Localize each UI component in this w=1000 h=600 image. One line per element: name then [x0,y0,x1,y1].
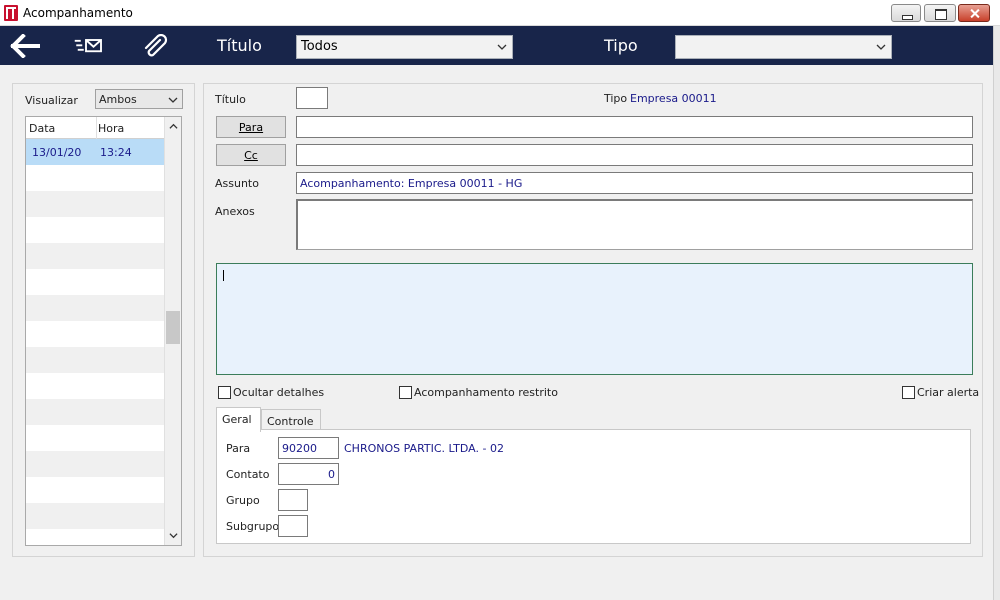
table-row[interactable]: 13/01/20 13:24 [26,139,164,165]
titulo-label: Título [215,93,246,106]
empty-row [26,269,164,295]
empty-row [26,477,164,503]
criar-alerta-label: Criar alerta [917,386,980,399]
empty-row [26,503,164,529]
subgrupo-field[interactable] [278,515,308,537]
empty-row [26,373,164,399]
subgrupo-label: Subgrupo [226,520,280,533]
list-mail-icon[interactable] [74,34,104,58]
empty-row [26,217,164,243]
ocultar-detalhes-label: Ocultar detalhes [233,386,325,399]
assunto-field[interactable]: Acompanhamento: Empresa 00011 - HG [296,172,973,194]
visualizar-label: Visualizar [25,94,78,107]
chevron-down-icon [876,44,886,50]
window-right-border [993,26,1000,600]
paperclip-icon[interactable] [140,34,170,58]
checkbox-box[interactable] [399,386,412,399]
empty-row [26,399,164,425]
toolbar: Título Todos Tipo [0,26,993,65]
chevron-down-icon [497,44,507,50]
titulo-select-value: Todos [301,39,338,54]
cc-button[interactable]: Cc [216,144,286,166]
acompanhamento-restrito-label: Acompanhamento restrito [414,386,558,399]
empty-row [26,191,164,217]
toolbar-titulo-label: Título [217,36,262,55]
assunto-label: Assunto [215,177,259,190]
geral-para-label: Para [226,442,251,455]
geral-para-code-field[interactable]: 90200 [278,437,339,459]
grid-rows: 13/01/20 13:24 [26,139,164,545]
grid-header: Data Hora [26,117,164,139]
geral-para-name: CHRONOS PARTIC. LTDA. - 02 [344,442,504,455]
tab-geral[interactable]: Geral [216,407,261,432]
tipo-select[interactable] [675,35,892,59]
close-button[interactable] [958,4,990,22]
titulo-field[interactable] [296,87,328,109]
titulo-select[interactable]: Todos [296,35,513,59]
empty-row [26,321,164,347]
scrollbar-thumb[interactable] [166,311,180,344]
grupo-label: Grupo [226,494,260,507]
anexos-box[interactable] [296,199,973,250]
tipo-value: Empresa 00011 [630,92,717,105]
grupo-field[interactable] [278,489,308,511]
cc-field[interactable] [296,144,973,166]
message-form: Título Tipo Empresa 00011 Para Cc Assunt… [203,83,983,557]
toolbar-tipo-label: Tipo [604,36,638,55]
text-cursor [223,270,224,281]
history-grid: Data Hora 13/01/20 13:24 [25,116,182,546]
window-title: Acompanhamento [23,6,133,20]
empty-row [26,425,164,451]
row-data: 13/01/20 [32,146,82,159]
tab-panel-geral: Para 90200 CHRONOS PARTIC. LTDA. - 02 Co… [216,429,971,544]
minimize-button[interactable] [891,4,921,22]
empty-row [26,165,164,191]
back-arrow-icon[interactable] [10,34,40,58]
checkbox-box[interactable] [902,386,915,399]
empty-row [26,529,164,545]
window-titlebar: Acompanhamento [0,0,1000,26]
maximize-button[interactable] [924,4,956,22]
visualizar-select[interactable]: Ambos [95,89,183,109]
tab-controle[interactable]: Controle [261,409,321,431]
tipo-label: Tipo [604,92,628,105]
empty-row [26,451,164,477]
history-panel: Visualizar Ambos Data Hora 13/01/20 13:2… [12,83,195,557]
scroll-down-icon[interactable] [169,531,178,540]
contato-label: Contato [226,468,270,481]
message-body-textarea[interactable] [216,263,973,375]
chevron-down-icon [168,97,178,103]
grid-scrollbar[interactable] [164,117,181,545]
contato-field[interactable]: 0 [278,463,339,485]
visualizar-select-value: Ambos [99,93,137,106]
checkbox-box[interactable] [218,386,231,399]
para-field[interactable] [296,116,973,138]
column-header-hora[interactable]: Hora [96,117,124,139]
empty-row [26,347,164,373]
app-logo-icon [4,5,18,21]
empty-row [26,295,164,321]
empty-row [26,243,164,269]
anexos-label: Anexos [215,205,255,218]
scroll-up-icon[interactable] [169,122,178,131]
row-hora: 13:24 [100,146,132,159]
para-button[interactable]: Para [216,116,286,138]
column-header-data[interactable]: Data [29,122,55,135]
